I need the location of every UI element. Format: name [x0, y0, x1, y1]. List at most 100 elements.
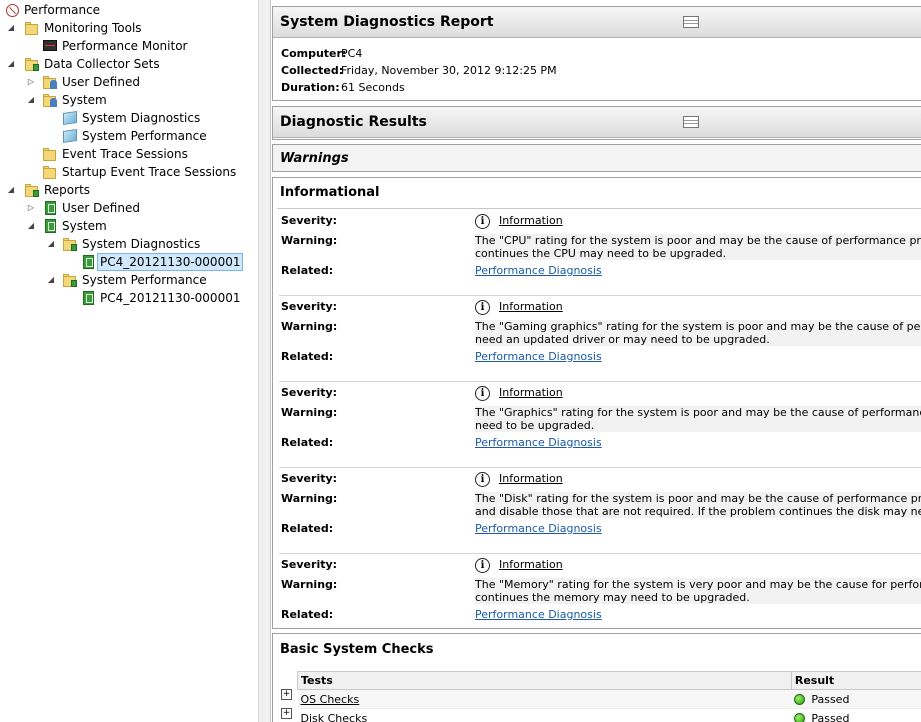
tree-label: Monitoring Tools	[44, 21, 142, 35]
tree-label: System Diagnostics	[82, 237, 201, 251]
trace-folder-icon	[42, 146, 58, 162]
warning-entry: Severity: i Information Warning: The "Di…	[279, 468, 921, 554]
report-title: System Diagnostics Report	[280, 14, 494, 30]
performance-diagnosis-link[interactable]: Performance Diagnosis	[475, 264, 602, 277]
report-icon	[80, 290, 96, 306]
tree-label: Performance Monitor	[62, 39, 188, 53]
warning-line: The "Memory" rating for the system is ve…	[475, 578, 921, 591]
system-report-icon	[42, 218, 58, 234]
check-result: Passed	[811, 711, 850, 722]
expand-plus-icon[interactable]: +	[281, 689, 292, 700]
severity-value: Information	[499, 300, 563, 313]
table-header-row: Tests Result	[297, 671, 921, 690]
warning-entry: Severity: i Information Warning: The "CP…	[279, 210, 921, 296]
duration-value: 61 Seconds	[341, 81, 405, 94]
performance-diagnosis-link[interactable]: Performance Diagnosis	[475, 608, 602, 621]
warning-label: Warning:	[281, 492, 338, 505]
user-folder-icon	[42, 74, 58, 90]
divider	[277, 208, 921, 209]
checks-table: Tests Result OS Checks Passed Disk Check…	[297, 671, 921, 722]
tree-label: User Defined	[62, 75, 140, 89]
pane-splitter[interactable]	[258, 0, 271, 722]
severity-label: Severity:	[281, 386, 338, 399]
severity-label: Severity:	[281, 300, 338, 313]
report-folder-icon	[62, 236, 78, 252]
information-icon: i	[475, 214, 490, 229]
information-icon: i	[475, 386, 490, 401]
result-column-header[interactable]: Result	[790, 671, 921, 690]
severity-value: Information	[499, 472, 563, 485]
warning-entry: Severity: i Information Warning: The "Ga…	[279, 296, 921, 382]
related-label: Related:	[281, 522, 334, 535]
warnings-section[interactable]: Warnings	[272, 144, 921, 172]
system-folder-icon	[42, 92, 58, 108]
duration-row: Duration:61 Seconds	[281, 81, 405, 95]
report-title-bar[interactable]: System Diagnostics Report	[273, 7, 921, 38]
monitor-chart-icon	[42, 38, 58, 54]
table-icon[interactable]	[683, 16, 699, 28]
disk-checks-link[interactable]: Disk Checks	[301, 712, 368, 722]
performance-icon	[4, 2, 20, 18]
expanded-arrow-icon[interactable]: ◢	[6, 181, 16, 199]
warning-label: Warning:	[281, 320, 338, 333]
basic-system-checks-section: Basic System Checks + + Tests Result OS …	[272, 633, 921, 722]
passed-status-icon	[794, 712, 806, 722]
computer-value: PC4	[341, 47, 363, 60]
report-pane: System Diagnostics Report Computer:PC4 C…	[271, 0, 921, 722]
os-checks-link[interactable]: OS Checks	[301, 693, 360, 706]
warnings-title: Warnings	[280, 151, 349, 166]
tests-column-header[interactable]: Tests	[297, 671, 792, 690]
severity-value: Information	[499, 214, 563, 227]
tree-label: PC4_20121130-000001	[97, 253, 244, 271]
performance-diagnosis-link[interactable]: Performance Diagnosis	[475, 522, 602, 535]
tree-label: System Diagnostics	[82, 111, 201, 125]
warning-entry: Severity: i Information Warning: The "Gr…	[279, 382, 921, 468]
collapsed-arrow-icon[interactable]: ▷	[26, 73, 36, 91]
diagnostic-results-header[interactable]: Diagnostic Results	[273, 107, 921, 138]
table-icon[interactable]	[683, 116, 699, 128]
tree-label: System	[62, 93, 107, 107]
warning-line: The "Disk" rating for the system is poor…	[475, 492, 921, 505]
performance-diagnosis-link[interactable]: Performance Diagnosis	[475, 436, 602, 449]
warning-line: and disable those that are not required.…	[475, 505, 921, 518]
performance-diagnosis-link[interactable]: Performance Diagnosis	[475, 350, 602, 363]
warning-line: The "Gaming graphics" rating for the sys…	[475, 320, 921, 333]
expanded-arrow-icon[interactable]: ◢	[26, 91, 36, 109]
tree-label: Event Trace Sessions	[62, 147, 188, 161]
tree-label: System Performance	[82, 129, 207, 143]
related-label: Related:	[281, 264, 334, 277]
expanded-arrow-icon[interactable]: ◢	[6, 19, 16, 37]
warning-label: Warning:	[281, 406, 338, 419]
computer-row: Computer:PC4	[281, 47, 362, 61]
warning-text: The "Graphics" rating for the system is …	[475, 406, 921, 432]
expanded-arrow-icon[interactable]: ◢	[26, 217, 36, 235]
warning-entry: Severity: i Information Warning: The "Me…	[279, 554, 921, 640]
basic-checks-title: Basic System Checks	[280, 642, 434, 657]
trace-folder-icon	[42, 164, 58, 180]
report-header-section: System Diagnostics Report Computer:PC4 C…	[272, 6, 921, 101]
tree-label: PC4_20121130-000001	[100, 291, 241, 305]
expand-plus-icon[interactable]: +	[281, 708, 292, 719]
information-icon: i	[475, 472, 490, 487]
warning-text: The "Memory" rating for the system is ve…	[475, 578, 921, 604]
collector-set-icon	[62, 110, 78, 126]
report-folder-icon	[62, 272, 78, 288]
table-row: OS Checks Passed	[297, 689, 921, 709]
warning-line: continues the CPU may need to be upgrade…	[475, 247, 727, 260]
tree-label: Startup Event Trace Sessions	[62, 165, 237, 179]
navigation-tree: Performance ◢ Monitoring Tools Performan…	[0, 0, 258, 722]
collapsed-arrow-icon[interactable]: ▷	[26, 199, 36, 217]
folder-icon	[24, 20, 40, 36]
tree-label: Reports	[44, 183, 91, 197]
expanded-arrow-icon[interactable]: ◢	[6, 55, 16, 73]
collected-row: Collected:Friday, November 30, 2012 9:12…	[281, 64, 557, 78]
severity-label: Severity:	[281, 214, 338, 227]
severity-label: Severity:	[281, 558, 338, 571]
tree-label: Data Collector Sets	[44, 57, 160, 71]
report-icon	[80, 254, 96, 270]
expanded-arrow-icon[interactable]: ◢	[46, 235, 56, 253]
warning-label: Warning:	[281, 234, 338, 247]
expanded-arrow-icon[interactable]: ◢	[46, 271, 56, 289]
collected-value: Friday, November 30, 2012 9:12:25 PM	[341, 64, 557, 77]
duration-label: Duration:	[281, 81, 340, 94]
